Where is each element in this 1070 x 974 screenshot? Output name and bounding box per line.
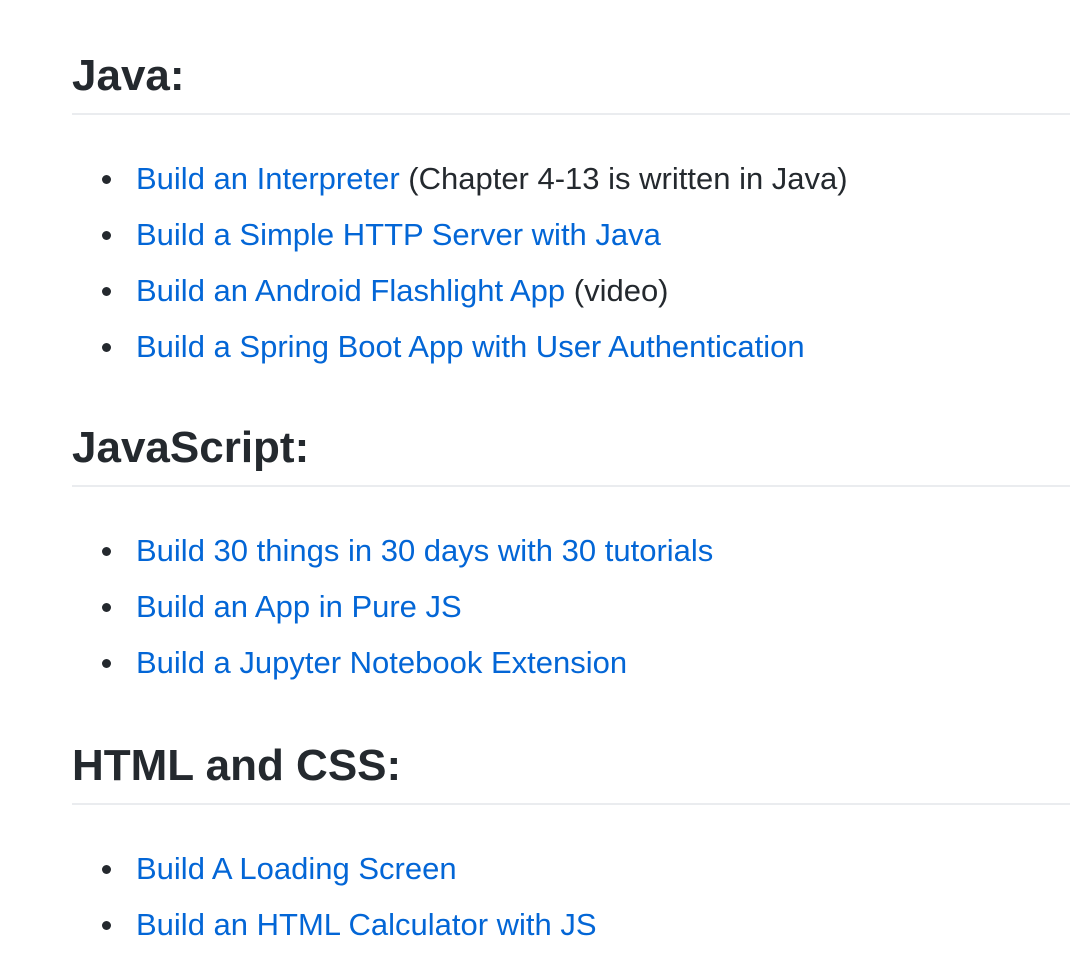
- section-heading-javascript: JavaScript:: [72, 422, 1070, 487]
- bullet-icon: [102, 343, 111, 352]
- bullet-icon: [102, 175, 111, 184]
- list-item: Build 30 things in 30 days with 30 tutor…: [72, 523, 1070, 579]
- link-html-calculator-js[interactable]: Build an HTML Calculator with JS: [136, 907, 597, 942]
- list-item: Build an Interpreter (Chapter 4-13 is wr…: [72, 151, 1070, 207]
- bullet-icon: [102, 921, 111, 930]
- link-build-an-interpreter[interactable]: Build an Interpreter: [136, 161, 400, 196]
- link-app-in-pure-js[interactable]: Build an App in Pure JS: [136, 589, 462, 624]
- bullet-icon: [102, 287, 111, 296]
- list-item: Build an App in Pure JS: [72, 579, 1070, 635]
- bullet-icon: [102, 603, 111, 612]
- link-jupyter-notebook-extension[interactable]: Build a Jupyter Notebook Extension: [136, 645, 627, 680]
- link-spring-boot-app[interactable]: Build a Spring Boot App with User Authen…: [136, 329, 805, 364]
- list-item: Build a Spring Boot App with User Authen…: [72, 319, 1070, 375]
- section-heading-java: Java:: [72, 50, 1070, 115]
- link-note: (Chapter 4-13 is written in Java): [399, 161, 848, 196]
- bullet-icon: [102, 659, 111, 668]
- list-item: Build an HTML Calculator with JS: [72, 897, 1070, 953]
- bullet-icon: [102, 865, 111, 874]
- section-heading-html-css: HTML and CSS:: [72, 740, 1070, 805]
- list-item: Build an Android Flashlight App (video): [72, 263, 1070, 319]
- bullet-icon: [102, 231, 111, 240]
- link-simple-http-server-java[interactable]: Build a Simple HTTP Server with Java: [136, 217, 661, 252]
- link-android-flashlight-app[interactable]: Build an Android Flashlight App: [136, 273, 565, 308]
- javascript-list: Build 30 things in 30 days with 30 tutor…: [72, 523, 1070, 691]
- html-css-list: Build A Loading Screen Build an HTML Cal…: [72, 841, 1070, 953]
- java-list: Build an Interpreter (Chapter 4-13 is wr…: [72, 151, 1070, 375]
- list-item: Build a Simple HTTP Server with Java: [72, 207, 1070, 263]
- list-item: Build a Jupyter Notebook Extension: [72, 635, 1070, 691]
- link-loading-screen[interactable]: Build A Loading Screen: [136, 851, 457, 886]
- link-note: (video): [565, 273, 669, 308]
- bullet-icon: [102, 547, 111, 556]
- link-30-things-30-days[interactable]: Build 30 things in 30 days with 30 tutor…: [136, 533, 713, 568]
- list-item: Build A Loading Screen: [72, 841, 1070, 897]
